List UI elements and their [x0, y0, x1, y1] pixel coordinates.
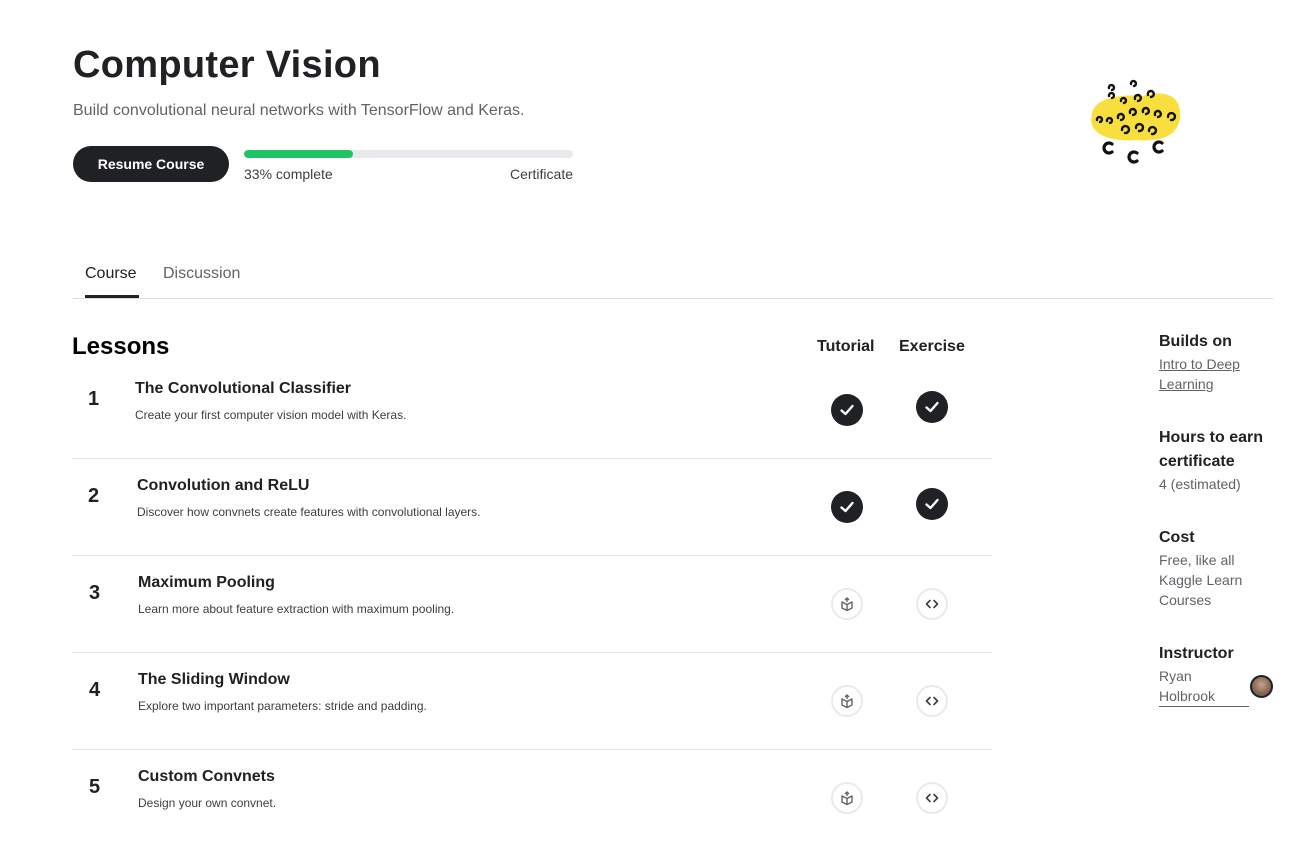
- tutorial-notebook-icon[interactable]: [831, 782, 863, 814]
- tutorial-notebook-icon[interactable]: [831, 588, 863, 620]
- lesson-row[interactable]: 3 Maximum Pooling Learn more about featu…: [72, 556, 992, 653]
- exercise-complete-check-icon[interactable]: [916, 391, 948, 423]
- lesson-title[interactable]: Maximum Pooling: [138, 574, 275, 592]
- hours-heading-cont: certificate: [1159, 453, 1235, 470]
- lessons-heading: Lessons: [72, 333, 170, 360]
- prerequisite-course-link-cont[interactable]: Learning: [1159, 374, 1289, 394]
- lesson-title[interactable]: The Convolutional Classifier: [135, 380, 351, 398]
- lesson-row[interactable]: 5 Custom Convnets Design your own convne…: [72, 750, 992, 846]
- exercise-column-header: Exercise: [899, 338, 965, 355]
- lesson-row[interactable]: 1 The Convolutional Classifier Create yo…: [72, 362, 992, 459]
- tutorial-column-header: Tutorial: [817, 338, 875, 355]
- lesson-description: Create your first computer vision model …: [135, 408, 407, 422]
- progress-fill: [244, 150, 353, 158]
- instructor-name-link[interactable]: Holbrook: [1159, 686, 1249, 707]
- tutorial-complete-check-icon[interactable]: [831, 394, 863, 426]
- lesson-number: 3: [89, 582, 101, 604]
- course-progress: 33% complete Certificate: [244, 150, 573, 182]
- tab-course[interactable]: Course: [85, 265, 137, 283]
- hours-heading: Hours to earn: [1159, 429, 1264, 446]
- lesson-number: 1: [88, 388, 100, 410]
- cost-heading: Cost: [1159, 529, 1195, 546]
- exercise-complete-check-icon[interactable]: [916, 488, 948, 520]
- tutorial-complete-check-icon[interactable]: [831, 491, 863, 523]
- lesson-title[interactable]: Convolution and ReLU: [137, 477, 309, 495]
- course-subtitle: Build convolutional neural networks with…: [73, 102, 525, 119]
- lesson-description: Design your own convnet.: [138, 796, 277, 810]
- lesson-row[interactable]: 4 The Sliding Window Explore two importa…: [72, 653, 992, 750]
- lesson-title[interactable]: The Sliding Window: [138, 671, 290, 689]
- lesson-row[interactable]: 2 Convolution and ReLU Discover how conv…: [72, 459, 992, 556]
- prerequisite-course-link[interactable]: Intro to Deep: [1159, 354, 1289, 374]
- tab-discussion[interactable]: Discussion: [163, 265, 240, 283]
- active-tab-indicator: [85, 295, 139, 298]
- lesson-number: 4: [89, 679, 101, 701]
- course-tabs: Course Discussion: [73, 260, 1273, 299]
- resume-course-button[interactable]: Resume Course: [73, 146, 229, 182]
- cost-section: Cost Free, like all Kaggle Learn Courses: [1159, 526, 1289, 610]
- cost-text-cont: Kaggle Learn: [1159, 572, 1243, 588]
- certificate-label: Certificate: [509, 166, 573, 182]
- instructor-section: Instructor Ryan Holbrook: [1159, 642, 1289, 707]
- exercise-code-icon[interactable]: [916, 588, 948, 620]
- lesson-description: Learn more about feature extraction with…: [138, 602, 455, 616]
- hours-value: 4 (estimated): [1159, 476, 1241, 492]
- lesson-description: Explore two important parameters: stride…: [138, 699, 427, 713]
- progress-bar: [244, 150, 573, 158]
- course-logo-icon: [1091, 79, 1181, 164]
- cost-text: Free, like all: [1159, 552, 1235, 568]
- lesson-description: Discover how convnets create features wi…: [137, 505, 481, 519]
- tutorial-notebook-icon[interactable]: [831, 685, 863, 717]
- lesson-number: 2: [88, 485, 100, 507]
- progress-text: 33% complete: [244, 166, 333, 182]
- builds-on-section: Builds on Intro to Deep Learning: [1159, 330, 1289, 394]
- cost-text-cont2: Courses: [1159, 592, 1212, 608]
- builds-on-heading: Builds on: [1159, 333, 1232, 350]
- exercise-code-icon[interactable]: [916, 782, 948, 814]
- hours-section: Hours to earn certificate 4 (estimated): [1159, 426, 1289, 494]
- instructor-avatar[interactable]: [1250, 675, 1273, 698]
- page-title: Computer Vision: [73, 44, 381, 86]
- lesson-title[interactable]: Custom Convnets: [138, 768, 275, 786]
- exercise-code-icon[interactable]: [916, 685, 948, 717]
- instructor-heading: Instructor: [1159, 645, 1234, 662]
- lesson-number: 5: [89, 776, 101, 798]
